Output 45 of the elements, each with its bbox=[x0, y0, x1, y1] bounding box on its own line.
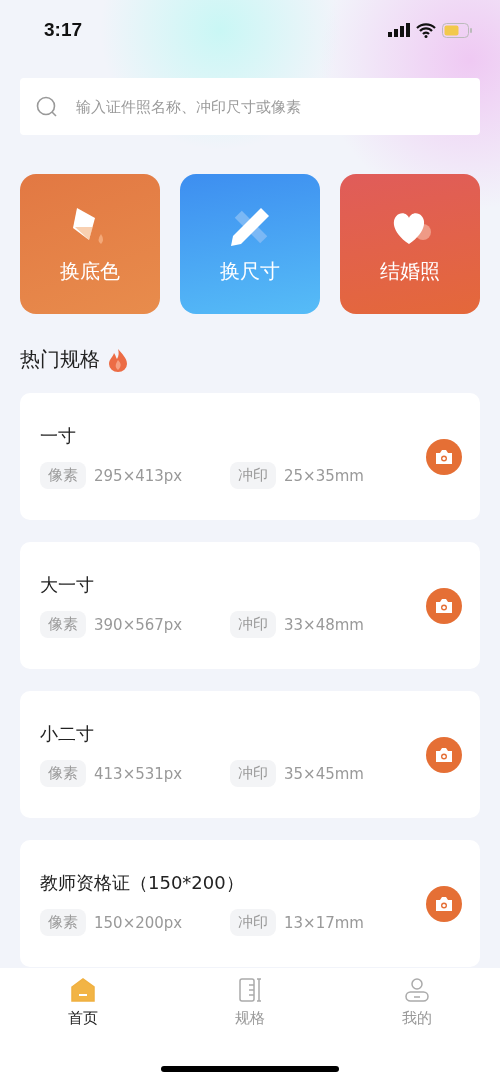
spec-card[interactable]: 小二寸 像素 413×531px 冲印 35×45mm bbox=[20, 691, 480, 818]
pixel-value: 150×200px bbox=[94, 913, 183, 932]
spec-card[interactable]: 大一寸 像素 390×567px 冲印 33×48mm bbox=[20, 542, 480, 669]
print-value: 13×17mm bbox=[284, 913, 364, 932]
search-icon bbox=[36, 95, 58, 118]
print-value: 35×45mm bbox=[284, 764, 364, 783]
spec-name: 一寸 bbox=[40, 424, 77, 448]
search-bar[interactable]: 输入证件照名称、冲印尺寸或像素 bbox=[20, 78, 480, 135]
pixel-value: 295×413px bbox=[94, 466, 183, 485]
search-field[interactable]: 输入证件照名称、冲印尺寸或像素 bbox=[74, 96, 464, 117]
section-title: 热门规格 bbox=[20, 346, 100, 373]
pixel-tag: 像素 bbox=[40, 909, 86, 936]
spec-card[interactable]: 教师资格证（150*200） 像素 150×200px 冲印 13×17mm bbox=[20, 840, 480, 967]
print-value: 25×35mm bbox=[284, 466, 364, 485]
spec-card[interactable]: 一寸 像素 295×413px 冲印 25×35mm bbox=[20, 393, 480, 520]
home-icon bbox=[70, 977, 97, 1003]
flame-icon bbox=[108, 347, 128, 372]
ruler-icon bbox=[237, 977, 263, 1003]
wifi-icon bbox=[416, 22, 436, 38]
print-value: 33×48mm bbox=[284, 615, 364, 634]
pixel-tag: 像素 bbox=[40, 462, 86, 489]
print-tag: 冲印 bbox=[230, 760, 276, 787]
camera-icon bbox=[434, 448, 454, 465]
print-tag: 冲印 bbox=[230, 909, 276, 936]
spec-name: 教师资格证（150*200） bbox=[40, 871, 245, 895]
spec-name: 小二寸 bbox=[40, 722, 95, 746]
camera-icon bbox=[434, 746, 454, 763]
spec-name: 大一寸 bbox=[40, 573, 95, 597]
camera-button[interactable] bbox=[426, 885, 462, 922]
print-tag: 冲印 bbox=[230, 611, 276, 638]
user-icon bbox=[403, 977, 430, 1003]
status-time: 3:17 bbox=[44, 19, 83, 41]
signal-icon bbox=[388, 23, 410, 37]
camera-button[interactable] bbox=[426, 587, 462, 624]
camera-icon bbox=[434, 895, 454, 912]
tab-bar-item[interactable]: 首页 bbox=[33, 976, 134, 1029]
camera-icon bbox=[434, 597, 454, 614]
pixel-tag: 像素 bbox=[40, 611, 86, 638]
pixel-value: 390×567px bbox=[94, 615, 183, 634]
pixel-value: 413×531px bbox=[94, 764, 183, 783]
print-tag: 冲印 bbox=[230, 462, 276, 489]
battery-icon bbox=[442, 22, 472, 38]
camera-button[interactable] bbox=[426, 438, 462, 475]
camera-button[interactable] bbox=[426, 736, 462, 773]
pixel-tag: 像素 bbox=[40, 760, 86, 787]
